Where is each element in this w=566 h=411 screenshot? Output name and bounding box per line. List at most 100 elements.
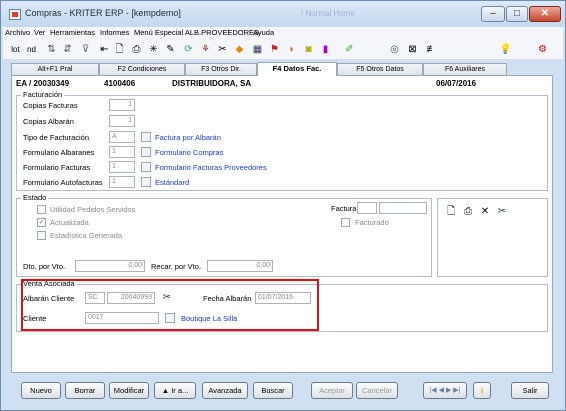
nd-button[interactable]: nd [25,43,38,56]
tools-icon[interactable]: ✂ [216,43,229,56]
cross-icon[interactable]: ✳ [147,43,160,56]
window-title: Compras - KRITER ERP - [kempdemo] [25,8,181,18]
actualizada-label: Actualizada [50,218,89,227]
app-window: Compras - KRITER ERP - [kempdemo] ! Norm… [0,0,566,411]
menu-herramientas[interactable]: Herramientas [50,28,95,37]
dto-vto-input[interactable]: 0,00 [75,260,145,272]
settings-icon[interactable]: ⚙ [536,43,549,56]
aceptar-button[interactable]: Aceptar [311,382,353,399]
copias-albaran-label: Copias Albarán [23,117,74,126]
tab-strip: Alt+F1 Pral F2 Condiciones F3 Otros Dir.… [11,62,553,76]
factura-number-input[interactable] [379,202,427,214]
form-albaranes-lookup[interactable] [141,147,151,157]
sort-desc-icon[interactable]: ⇵ [61,43,74,56]
actualizada-checkbox[interactable]: ✓ [37,218,46,227]
print-icon[interactable]: ⎙ [461,206,475,218]
button-bar: Nuevo Borrar Modificar ▲ Ir a... Avanzad… [3,373,563,409]
copias-albaran-input[interactable]: 1 [109,115,135,127]
minimize-button[interactable]: – [481,6,505,22]
pencil-icon[interactable]: ▮ [319,43,332,56]
facturado-label: Facturado [355,218,389,227]
cancelar-button[interactable]: Cancelar [356,382,398,399]
menu-informes[interactable]: Informes [100,28,129,37]
refresh-icon[interactable]: ⟳ [182,43,195,56]
ir-a-button[interactable]: ▲ Ir a... [154,382,196,399]
flag-icon[interactable]: ⚑ [268,43,281,56]
form-facturas-lookup[interactable] [141,162,151,172]
recar-vto-label: Recar. por Vto. [151,262,202,271]
menu-ayuda[interactable]: Ayuda [253,28,274,37]
buscar-button[interactable]: Buscar [253,382,293,399]
edit-icon[interactable]: ✎ [164,43,177,56]
estadistica-checkbox[interactable] [37,231,46,240]
camera-icon[interactable]: ◙ [302,43,315,56]
tab-otros-datos[interactable]: F5 Otros Datos [337,63,423,75]
tipo-facturacion-desc[interactable]: Factura por Albarán [155,133,221,142]
maximize-button[interactable]: □ [506,6,528,22]
delete-icon[interactable]: ✕ [478,206,492,218]
tipo-lookup-button[interactable] [141,132,151,142]
estado-group: Estado Utilidad Pedidos Servidos ✓ Actua… [16,193,432,277]
form-autofacturas-desc[interactable]: Estándard [155,178,189,187]
form-facturas-desc[interactable]: Formulario Facturas Proveedores [155,163,267,172]
facturado-checkbox[interactable] [341,218,350,227]
form-albaranes-label: Formulario Albaranes [23,148,95,157]
estado-title: Estado [21,193,49,202]
tab-condiciones[interactable]: F2 Condiciones [99,63,185,75]
menu-archivo[interactable]: Archivo [5,28,30,37]
bulb-icon[interactable]: 💡 [499,43,512,56]
tab-otros-dir[interactable]: F3 Otros Dir. [185,63,257,75]
form-autofacturas-lookup[interactable] [141,177,151,187]
avanzada-button[interactable]: Avanzada [202,382,248,399]
modificar-button[interactable]: Modificar [109,382,149,399]
estadistica-label: Estadística Generada [50,231,123,240]
sort-icon[interactable]: ⇅ [45,43,58,56]
facturacion-group: Facturación Copias Facturas 1 Copias Alb… [16,90,548,191]
doc-date: 06/07/2016 [436,79,477,88]
nuevo-button[interactable]: Nuevo [21,382,61,399]
tab-datos-fac[interactable]: F4 Datos Fac. [257,62,337,76]
copias-facturas-label: Copias Facturas [23,101,78,110]
lot-button[interactable]: lot [9,43,22,56]
hide-icon[interactable]: ◗ [285,43,298,56]
grid-icon[interactable]: ▦ [251,43,264,56]
tab-auxiliares[interactable]: F6 Auxiliares [423,63,507,75]
toolbar: lot nd ⇅ ⇵ ⊽ ⇤ 🗋 ⎙ ✳ ✎ ⟳ ⚘ ✂ ◆ ▦ ⚑ ◗ ◙ ▮… [3,38,563,60]
copias-facturas-input[interactable]: 1 [109,99,135,111]
tipo-facturacion-input[interactable]: A [109,131,135,143]
preview-icon[interactable]: 🗋 [444,206,458,218]
form-albaranes-input[interactable]: 1 [109,146,135,158]
utilidad-checkbox[interactable] [37,205,46,214]
print-icon[interactable]: ⎙ [130,43,143,56]
recar-vto-input[interactable]: 0,00 [207,260,273,272]
tab-pral[interactable]: Alt+F1 Pral [11,63,99,75]
preview-icon[interactable]: 🗋 [113,43,126,56]
form-facturas-input[interactable]: 1 [109,161,135,173]
supplier-code: 4100406 [104,79,136,88]
record-nav-buttons[interactable]: |◀ ◀ ▶ ▶| [423,382,467,399]
supplier-name: DISTRIBUIDORA, SA [172,79,252,88]
menu-bar: Archivo Ver Herramientas Informes Menú E… [3,27,563,38]
network-icon[interactable]: ≢ [425,43,438,56]
form-albaranes-desc[interactable]: Formulario Compras [155,148,223,157]
diamond-icon[interactable]: ◆ [233,43,246,56]
menu-especial[interactable]: Menú Especial ALB.PROVEEDORES [134,28,259,37]
factura-serie-input[interactable] [357,202,377,214]
back-icon[interactable]: ⇤ [98,43,111,56]
salir-button[interactable]: Salir [511,382,549,399]
cut-icon[interactable]: ✂ [495,206,509,218]
borrar-button[interactable]: Borrar [65,382,105,399]
info-icon[interactable]: i [473,382,491,399]
doc-number: EA / 20030349 [16,79,70,88]
dto-vto-label: Dto. por Vto. [23,262,66,271]
image-icon[interactable]: ◎ [388,43,401,56]
eye-icon[interactable]: ✐ [343,43,356,56]
form-autofacturas-label: Formulario Autofacturas [23,178,103,187]
close-button[interactable]: ✕ [529,6,561,22]
filter-icon[interactable]: ⊽ [79,43,92,56]
tab-icon[interactable]: ⊠ [406,43,419,56]
menu-ver[interactable]: Ver [34,28,45,37]
tree-icon[interactable]: ⚘ [199,43,212,56]
form-facturas-label: Formulario Facturas [23,163,91,172]
form-autofacturas-input[interactable]: 1 [109,176,135,188]
